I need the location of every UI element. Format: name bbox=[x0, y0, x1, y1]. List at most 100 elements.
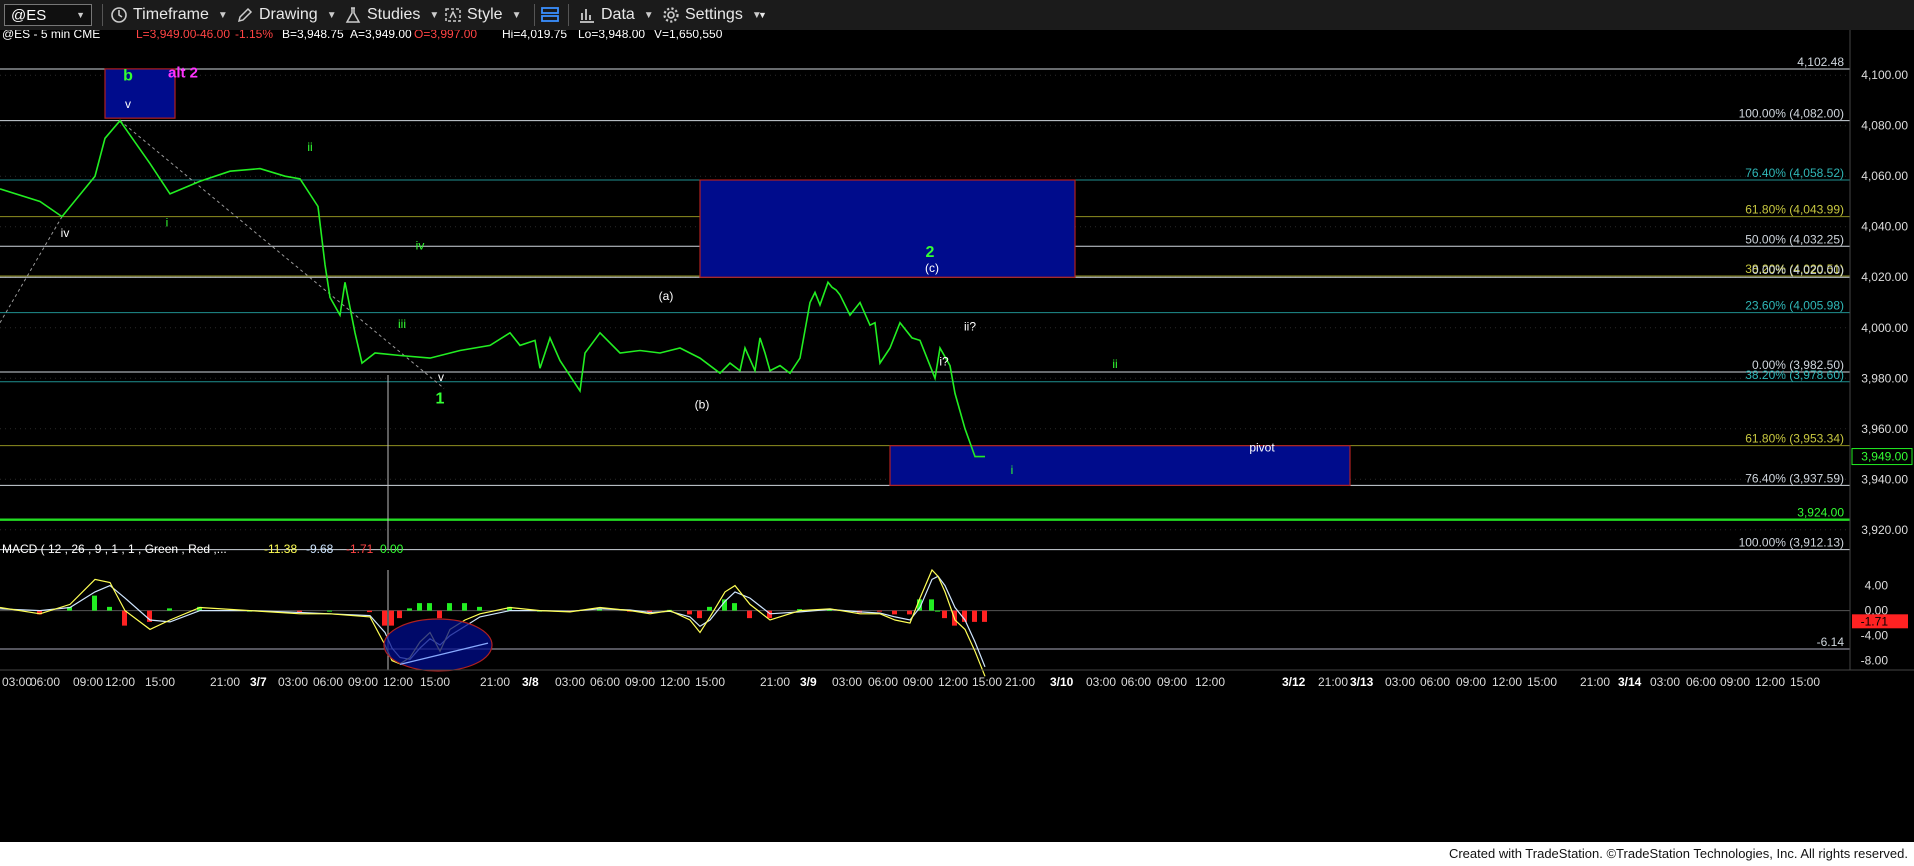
chevron-down-icon: ▼ bbox=[326, 9, 337, 21]
fib-label: 23.60% (4,005.98) bbox=[1745, 299, 1844, 313]
wave-label: alt 2 bbox=[168, 65, 198, 82]
toolbar-divider bbox=[102, 4, 103, 26]
time-axis-tick: 12:00 bbox=[1195, 675, 1225, 689]
macd-value-label: -6.14 bbox=[1817, 635, 1845, 649]
time-axis-tick: 09:00 bbox=[73, 675, 103, 689]
toolbar-divider bbox=[534, 4, 535, 26]
macd-histogram-bar bbox=[107, 606, 112, 611]
header-high: Hi=4,019.75 bbox=[502, 30, 567, 41]
time-axis-tick: 12:00 bbox=[938, 675, 968, 689]
fib-label: 61.80% (3,953.34) bbox=[1745, 432, 1844, 446]
pencil-icon bbox=[236, 6, 254, 24]
price-axis-tick: 3,920.00 bbox=[1861, 523, 1908, 537]
fib-label: 3,924.00 bbox=[1797, 506, 1844, 520]
price-axis-tick: 3,960.00 bbox=[1861, 422, 1908, 436]
wave-label: iv bbox=[61, 226, 70, 240]
wave-label: iii bbox=[398, 317, 406, 331]
data-label: Data bbox=[601, 6, 635, 23]
price-chart[interactable]: 4,102.48 100.00% (4,082.00) 76.40% (4,058.… bbox=[0, 30, 1914, 842]
time-axis-tick: 15:00 bbox=[1527, 675, 1557, 689]
macd-histogram-bar bbox=[92, 595, 97, 611]
time-axis-tick: 21:00 bbox=[210, 675, 240, 689]
copyright-text: Created with TradeStation. ©TradeStation… bbox=[1448, 846, 1908, 861]
fib-label: 76.40% (3,937.59) bbox=[1745, 471, 1844, 485]
settings-label: Settings bbox=[685, 6, 743, 23]
time-axis-tick: 15:00 bbox=[1790, 675, 1820, 689]
time-axis-tick: 3/7 bbox=[250, 675, 267, 689]
data-menu[interactable]: Data ▼ bbox=[578, 4, 654, 26]
time-axis-tick: 15:00 bbox=[972, 675, 1002, 689]
macd-histogram-bar bbox=[892, 610, 897, 615]
settings-menu[interactable]: Settings ▼ bbox=[662, 4, 762, 26]
price-axis-tick: 3,940.00 bbox=[1861, 472, 1908, 486]
timeframe-menu[interactable]: Timeframe ▼ bbox=[110, 4, 228, 26]
time-axis-tick: 3/14 bbox=[1618, 675, 1642, 689]
header-change-pct: -1.15% bbox=[235, 30, 273, 41]
macd-histogram-bar bbox=[747, 610, 752, 619]
time-axis-tick: 21:00 bbox=[480, 675, 510, 689]
time-axis-tick: 06:00 bbox=[590, 675, 620, 689]
time-axis-tick: 12:00 bbox=[1492, 675, 1522, 689]
macd-axis-tick: -8.00 bbox=[1861, 654, 1889, 668]
macd-signal-value: -9.68 bbox=[306, 542, 334, 556]
price-axis-tick: 4,020.00 bbox=[1861, 270, 1908, 284]
header-symbol: @ES - 5 min CME bbox=[2, 30, 100, 41]
fib-label: 76.40% (4,058.52) bbox=[1745, 166, 1844, 180]
macd-histogram-bar bbox=[327, 610, 332, 612]
time-axis-tick: 09:00 bbox=[625, 675, 655, 689]
macd-histogram-bar bbox=[462, 603, 467, 611]
symbol-value: @ES bbox=[11, 6, 47, 24]
gear-icon bbox=[662, 6, 680, 24]
time-axis-tick: 03:00 bbox=[1385, 675, 1415, 689]
last-price-label: 3,949.00 bbox=[1861, 450, 1908, 464]
time-axis-tick: 21:00 bbox=[1580, 675, 1610, 689]
macd-histogram-bar bbox=[397, 610, 402, 619]
fib-label: 100.00% (3,912.13) bbox=[1739, 536, 1844, 550]
time-axis-tick: 09:00 bbox=[1157, 675, 1187, 689]
style-menu[interactable]: Style ▼ bbox=[444, 4, 521, 26]
time-axis-tick: 09:00 bbox=[903, 675, 933, 689]
macd-zero-value: 0.00 bbox=[380, 542, 404, 556]
symbol-select[interactable]: @ES ▼ bbox=[4, 4, 92, 26]
time-axis-tick: 06:00 bbox=[1686, 675, 1716, 689]
macd-histogram-bar bbox=[907, 610, 912, 615]
layout-button[interactable] bbox=[540, 4, 560, 26]
bar-chart-icon bbox=[578, 6, 596, 24]
timeframe-label: Timeframe bbox=[133, 6, 209, 23]
header-ask: A=3,949.00 bbox=[350, 30, 412, 41]
price-axis-tick: 3,980.00 bbox=[1861, 371, 1908, 385]
time-axis-tick: 06:00 bbox=[313, 675, 343, 689]
macd-histogram-bar bbox=[929, 599, 934, 611]
fib-label: 50.00% (4,032.25) bbox=[1745, 232, 1844, 246]
fib-label: 0.00% (4,020.00) bbox=[1752, 263, 1844, 277]
studies-menu[interactable]: Studies ▼ bbox=[344, 4, 439, 26]
macd-histogram-bar bbox=[982, 610, 987, 622]
wave-label: ii bbox=[307, 140, 312, 154]
macd-value: -11.38 bbox=[264, 542, 297, 556]
time-axis-tick: 06:00 bbox=[1121, 675, 1151, 689]
wave-label: v bbox=[438, 370, 444, 384]
layout-icon bbox=[540, 5, 560, 25]
macd-label: MACD ( 12 , 26 , 9 , 1 , 1 , Green , Red… bbox=[2, 542, 227, 556]
time-axis-tick: 15:00 bbox=[145, 675, 175, 689]
macd-axis-tick: 4.00 bbox=[1865, 579, 1889, 593]
divergence-ellipse bbox=[383, 618, 493, 672]
macd-histogram-bar bbox=[167, 608, 172, 611]
time-axis-tick: 3/10 bbox=[1050, 675, 1074, 689]
macd-histogram-bar bbox=[447, 603, 452, 611]
toolbar-overflow-button[interactable]: ▼ bbox=[758, 4, 767, 26]
macd-histogram-bar bbox=[427, 603, 432, 611]
chevron-down-icon: ▼ bbox=[643, 9, 654, 21]
wave-label: (b) bbox=[695, 398, 710, 412]
drawing-menu[interactable]: Drawing ▼ bbox=[236, 4, 337, 26]
time-axis-tick: 03:00 bbox=[832, 675, 862, 689]
price-axis-tick: 4,000.00 bbox=[1861, 321, 1908, 335]
time-axis-tick: 12:00 bbox=[105, 675, 135, 689]
macd-histogram-bar bbox=[389, 610, 394, 626]
wave-label: v bbox=[125, 97, 131, 111]
time-axis-tick: 06:00 bbox=[1420, 675, 1450, 689]
chevron-down-icon: ▼ bbox=[511, 9, 522, 21]
wave-label: iv bbox=[416, 238, 425, 252]
macd-histogram-bar bbox=[877, 610, 882, 612]
wave-label: 2 bbox=[926, 244, 935, 261]
